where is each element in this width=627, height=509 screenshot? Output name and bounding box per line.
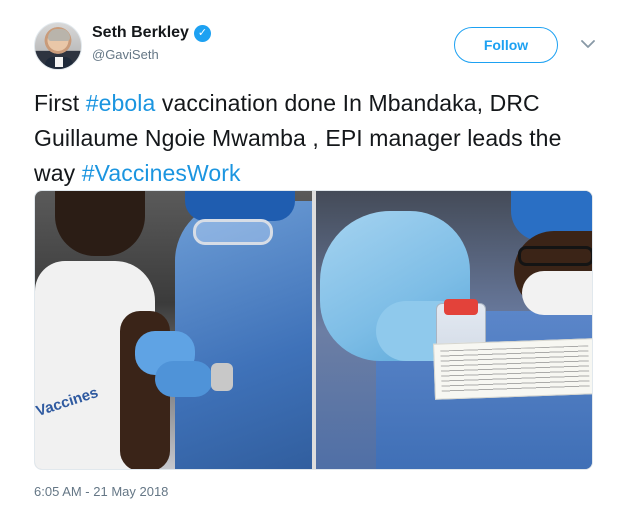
label-lines (440, 345, 590, 395)
tweet-timestamp[interactable]: 6:05 AM - 21 May 2018 (34, 484, 168, 499)
hashtag-vaccineswork[interactable]: #VaccinesWork (82, 160, 241, 186)
media-photo-right[interactable] (316, 191, 592, 469)
avatar-hair (48, 29, 70, 41)
tweet-header: Seth Berkley ✓ @GaviSeth Follow (34, 18, 604, 72)
photo-shape (55, 191, 145, 256)
photo-shape (522, 271, 592, 315)
tweet-card: Seth Berkley ✓ @GaviSeth Follow First #e… (0, 0, 627, 509)
media-photo-left[interactable]: Vaccines (35, 191, 312, 469)
author-names[interactable]: Seth Berkley ✓ @GaviSeth (92, 24, 211, 62)
photo-shape (193, 219, 273, 245)
vial-cap (444, 299, 478, 315)
author-display-name[interactable]: Seth Berkley ✓ (92, 24, 211, 42)
photo-shape (211, 363, 233, 391)
display-name-text[interactable]: Seth Berkley (92, 24, 189, 42)
vial-label (433, 338, 592, 400)
avatar[interactable] (34, 22, 82, 70)
chevron-down-icon[interactable] (578, 34, 598, 54)
photo-shape (185, 191, 295, 221)
media-grid: Vaccines (34, 190, 593, 470)
author-handle[interactable]: @GaviSeth (92, 47, 211, 62)
follow-button[interactable]: Follow (454, 27, 558, 63)
photo-shape (155, 361, 213, 397)
photo-shape (518, 246, 592, 266)
verified-badge-icon: ✓ (193, 24, 211, 42)
tweet-text: First #ebola vaccination done In Mbandak… (34, 86, 604, 191)
tweet-text-part: First (34, 90, 86, 116)
hashtag-ebola[interactable]: #ebola (86, 90, 156, 116)
avatar-collar (55, 57, 63, 67)
